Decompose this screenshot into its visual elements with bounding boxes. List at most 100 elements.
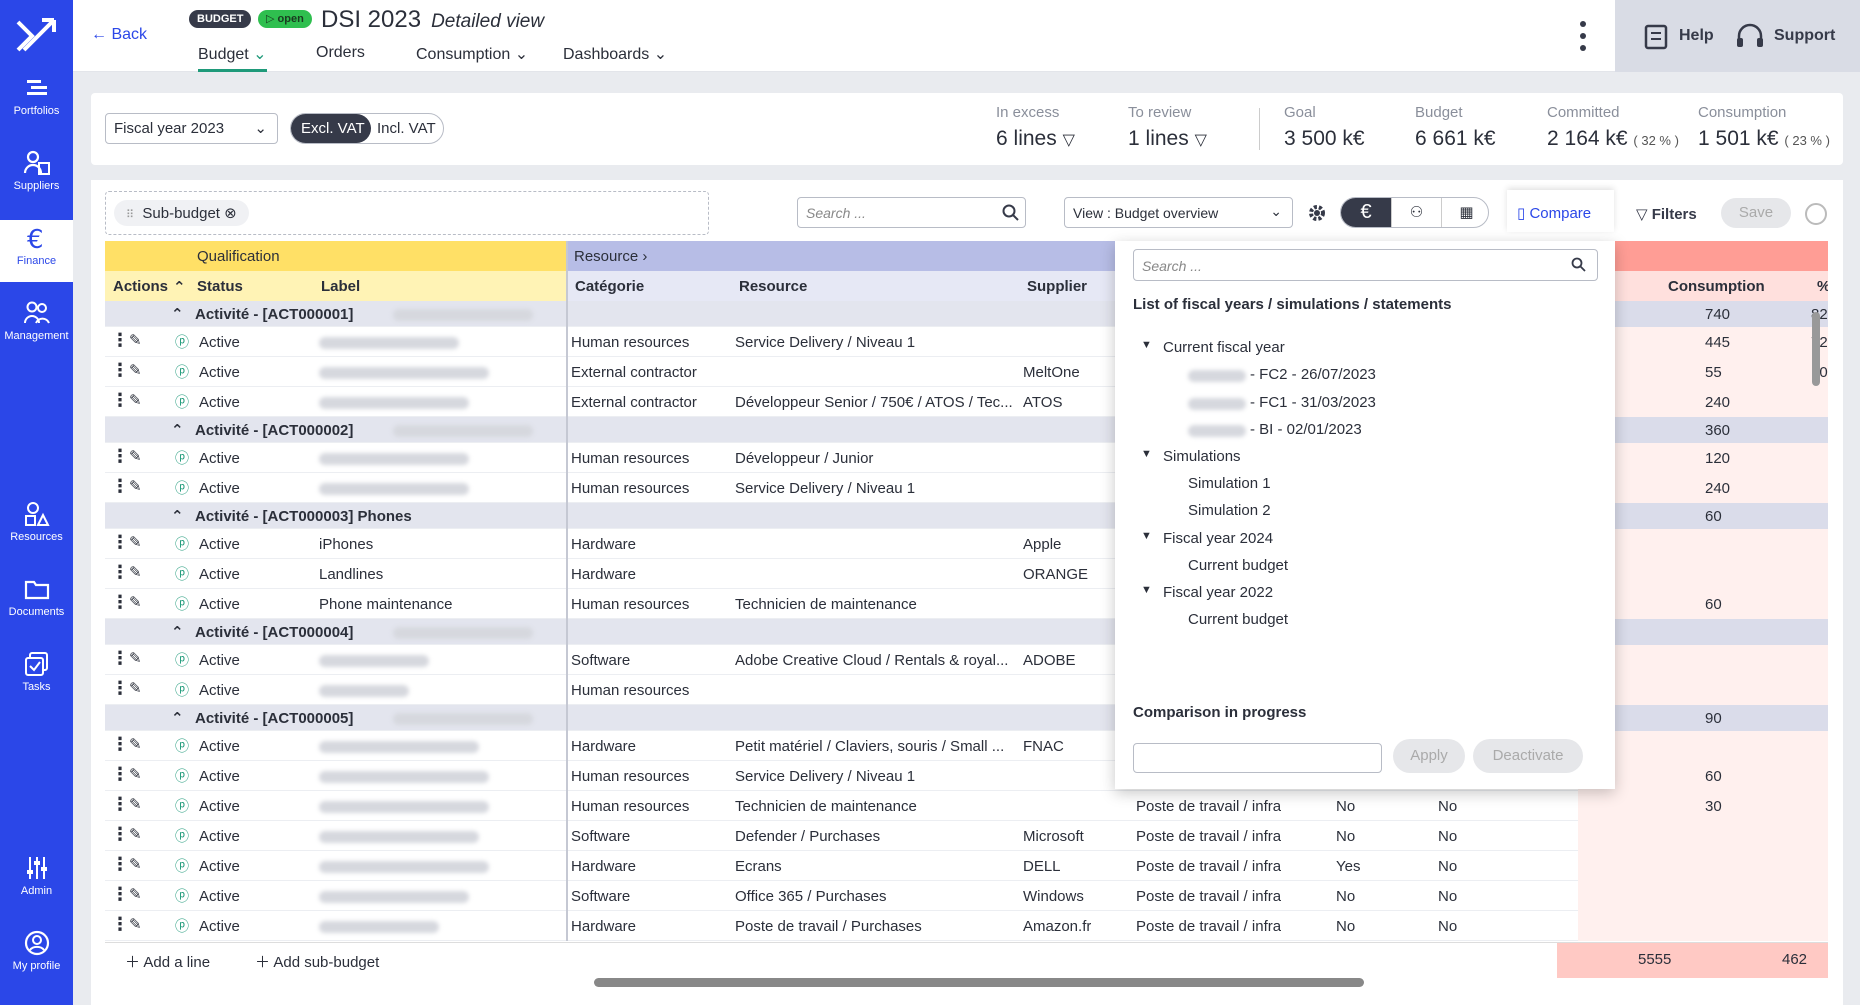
- view-select[interactable]: View : Budget overview ⌄: [1064, 197, 1293, 228]
- vat-excl-option[interactable]: Excl. VAT: [291, 114, 371, 143]
- row-menu-icon[interactable]: ⋮: [111, 592, 129, 613]
- refresh-icon[interactable]: [1804, 202, 1828, 226]
- tab-dashboards[interactable]: Dashboards ⌄: [563, 44, 667, 64]
- compare-button[interactable]: ▯ Compare: [1507, 190, 1614, 232]
- edit-icon[interactable]: ✎: [129, 593, 142, 611]
- table-row[interactable]: ⋮ ✎ ⓟ Active Human resources Technicien …: [105, 791, 1828, 821]
- row-menu-icon[interactable]: ⋮: [111, 446, 129, 467]
- compare-list-item[interactable]: Current fiscal year: [1163, 339, 1285, 356]
- compare-list-item[interactable]: Fiscal year 2024: [1163, 530, 1273, 547]
- collapse-icon[interactable]: ⌃: [171, 507, 184, 525]
- more-menu-icon[interactable]: [1580, 20, 1586, 52]
- expand-caret-icon[interactable]: ▼: [1141, 448, 1152, 460]
- filters-button[interactable]: ▽ Filters: [1636, 205, 1697, 223]
- table-row[interactable]: ⋮ ✎ ⓟ Active Software Office 365 / Purch…: [105, 881, 1828, 911]
- edit-icon[interactable]: ✎: [129, 885, 142, 903]
- vat-incl-option[interactable]: Incl. VAT: [377, 120, 436, 137]
- remove-chip-icon[interactable]: ⊗: [224, 205, 237, 222]
- row-menu-icon[interactable]: ⋮: [111, 734, 129, 755]
- nav-admin[interactable]: Admin: [0, 850, 73, 912]
- nav-tasks[interactable]: Tasks: [0, 646, 73, 708]
- sort-icon[interactable]: ⌃: [169, 271, 190, 301]
- tab-consumption[interactable]: Consumption ⌄: [416, 44, 528, 64]
- row-menu-icon[interactable]: ⋮: [111, 678, 129, 699]
- support-button[interactable]: Support: [1774, 27, 1835, 45]
- tab-budget[interactable]: Budget ⌄: [198, 44, 267, 72]
- label-cell[interactable]: iPhones: [319, 536, 373, 553]
- vertical-scrollbar[interactable]: [1812, 312, 1820, 386]
- expand-caret-icon[interactable]: ▼: [1141, 584, 1152, 596]
- help-button[interactable]: Help: [1679, 27, 1714, 45]
- edit-icon[interactable]: ✎: [129, 563, 142, 581]
- row-menu-icon[interactable]: ⋮: [111, 824, 129, 845]
- nav-finance[interactable]: € Finance: [0, 220, 73, 282]
- compare-list-item[interactable]: Simulation 2: [1188, 502, 1271, 519]
- comparison-input[interactable]: [1133, 743, 1382, 773]
- edit-icon[interactable]: ✎: [129, 331, 142, 349]
- gear-icon[interactable]: [1308, 204, 1326, 222]
- compare-list-item[interactable]: - FC2 - 26/07/2023: [1250, 366, 1376, 383]
- edit-icon[interactable]: ✎: [129, 735, 142, 753]
- row-menu-icon[interactable]: ⋮: [111, 854, 129, 875]
- expand-caret-icon[interactable]: ▼: [1141, 530, 1152, 542]
- edit-icon[interactable]: ✎: [129, 679, 142, 697]
- add-line-button[interactable]: ＋ Add a line: [125, 951, 210, 972]
- fiscal-year-select[interactable]: Fiscal year 2023 ⌄: [105, 113, 278, 144]
- filter-icon[interactable]: ▽: [1063, 132, 1075, 149]
- nav-suppliers[interactable]: Suppliers: [0, 145, 73, 207]
- col-actions[interactable]: Actions: [109, 271, 172, 301]
- compare-list-item[interactable]: - BI - 02/01/2023: [1250, 421, 1362, 438]
- row-menu-icon[interactable]: ⋮: [111, 330, 129, 351]
- row-menu-icon[interactable]: ⋮: [111, 532, 129, 553]
- nav-management[interactable]: Management: [0, 295, 73, 357]
- building-icon[interactable]: ▦: [1441, 198, 1488, 227]
- row-menu-icon[interactable]: ⋮: [111, 764, 129, 785]
- edit-icon[interactable]: ✎: [129, 825, 142, 843]
- edit-icon[interactable]: ✎: [129, 391, 142, 409]
- edit-icon[interactable]: ✎: [129, 795, 142, 813]
- table-row[interactable]: ⋮ ✎ ⓟ Active Software Defender / Purchas…: [105, 821, 1828, 851]
- apply-button[interactable]: Apply: [1393, 739, 1465, 773]
- label-cell[interactable]: Landlines: [319, 566, 383, 583]
- row-menu-icon[interactable]: ⋮: [111, 476, 129, 497]
- col-label[interactable]: Label: [317, 271, 364, 301]
- save-button[interactable]: Save: [1721, 198, 1791, 228]
- filter-icon[interactable]: ▽: [1195, 132, 1207, 149]
- edit-icon[interactable]: ✎: [129, 765, 142, 783]
- edit-icon[interactable]: ✎: [129, 361, 142, 379]
- edit-icon[interactable]: ✎: [129, 533, 142, 551]
- col-supplier[interactable]: Supplier: [1023, 271, 1091, 301]
- edit-icon[interactable]: ✎: [129, 447, 142, 465]
- compare-list-item[interactable]: Simulation 1: [1188, 475, 1271, 492]
- compare-list-item[interactable]: Simulations: [1163, 448, 1241, 465]
- grid-search-input[interactable]: Search ...: [797, 197, 1026, 228]
- col-resource[interactable]: Resource: [735, 271, 811, 301]
- compare-list-item[interactable]: - FC1 - 31/03/2023: [1250, 394, 1376, 411]
- horizontal-scrollbar[interactable]: [594, 978, 1364, 987]
- table-row[interactable]: ⋮ ✎ ⓟ Active Hardware Ecrans DELL Poste …: [105, 851, 1828, 881]
- collapse-icon[interactable]: ⌃: [171, 709, 184, 727]
- edit-icon[interactable]: ✎: [129, 477, 142, 495]
- people-icon[interactable]: ⚇: [1391, 198, 1441, 227]
- edit-icon[interactable]: ✎: [129, 649, 142, 667]
- row-menu-icon[interactable]: ⋮: [111, 360, 129, 381]
- edit-icon[interactable]: ✎: [129, 915, 142, 933]
- add-sub-budget-button[interactable]: ＋ Add sub-budget: [255, 951, 379, 972]
- grouping-dropzone[interactable]: ⠿ Sub-budget ⊗: [105, 191, 709, 235]
- col-status[interactable]: Status: [193, 271, 247, 301]
- edit-icon[interactable]: ✎: [129, 855, 142, 873]
- vat-toggle[interactable]: Excl. VAT Incl. VAT: [290, 113, 444, 144]
- row-menu-icon[interactable]: ⋮: [111, 648, 129, 669]
- back-button[interactable]: ← Back: [91, 26, 147, 44]
- nav-portfolios[interactable]: Portfolios: [0, 70, 73, 132]
- collapse-icon[interactable]: ⌃: [171, 421, 184, 439]
- nav-my-profile[interactable]: My profile: [0, 925, 73, 987]
- row-menu-icon[interactable]: ⋮: [111, 794, 129, 815]
- compare-list-item[interactable]: Current budget: [1188, 611, 1288, 628]
- compare-list-item[interactable]: Fiscal year 2022: [1163, 584, 1273, 601]
- nav-documents[interactable]: Documents: [0, 571, 73, 633]
- compare-search-input[interactable]: Search ...: [1133, 249, 1598, 281]
- deactivate-button[interactable]: Deactivate: [1473, 739, 1583, 773]
- expand-caret-icon[interactable]: ▼: [1141, 339, 1152, 351]
- nav-resources[interactable]: Resources: [0, 496, 73, 558]
